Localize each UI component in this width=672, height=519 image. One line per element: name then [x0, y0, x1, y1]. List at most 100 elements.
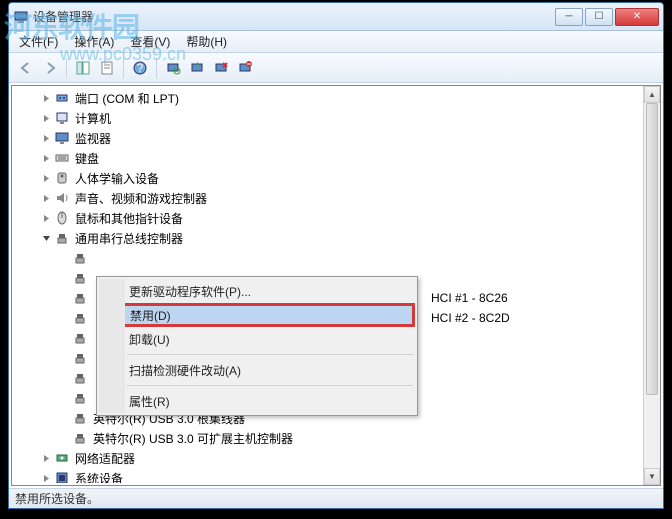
window-title: 设备管理器 [33, 8, 555, 25]
expander-blank [58, 372, 70, 384]
collapse-icon[interactable] [40, 232, 52, 244]
properties-button[interactable] [96, 57, 118, 79]
expander-blank [58, 432, 70, 444]
usb-icon [72, 270, 88, 286]
tree-node[interactable]: 键盘 [14, 148, 642, 168]
system-icon [54, 470, 70, 483]
toolbar-divider [156, 58, 157, 78]
toolbar-divider [66, 58, 67, 78]
app-icon [13, 9, 29, 25]
mouse-icon [54, 210, 70, 226]
tree-node-label [91, 257, 95, 259]
tree-node[interactable]: 计算机 [14, 108, 642, 128]
tree-node-label: 人体学输入设备 [73, 169, 161, 188]
expander-blank [58, 412, 70, 424]
menu-help[interactable]: 帮助(H) [180, 31, 233, 52]
expand-icon[interactable] [40, 92, 52, 104]
expand-icon[interactable] [40, 152, 52, 164]
scroll-thumb[interactable] [646, 103, 658, 395]
device-manager-window: 设备管理器 ─ ☐ ✕ 文件(F) 操作(A) 查看(V) 帮助(H) ? 端口… [8, 2, 664, 509]
expander-blank [58, 392, 70, 404]
expand-icon[interactable] [40, 472, 52, 483]
usb-icon [72, 310, 88, 326]
menu-file[interactable]: 文件(F) [13, 31, 64, 52]
tree-node-label [91, 377, 95, 379]
usb-icon [72, 330, 88, 346]
expand-icon[interactable] [40, 192, 52, 204]
expand-icon[interactable] [40, 112, 52, 124]
usb-icon [54, 230, 70, 246]
status-text: 禁用所选设备。 [15, 490, 99, 507]
tree-node-label: 监视器 [73, 129, 113, 148]
tree-node-label [91, 277, 95, 279]
expander-blank [58, 292, 70, 304]
menubar: 文件(F) 操作(A) 查看(V) 帮助(H) [9, 31, 663, 53]
maximize-button[interactable]: ☐ [585, 8, 613, 26]
tree-node-label: 端口 (COM 和 LPT) [73, 89, 181, 108]
expand-icon[interactable] [40, 132, 52, 144]
tree-node[interactable]: 监视器 [14, 128, 642, 148]
tree-node-label: 计算机 [73, 109, 113, 128]
usb-icon [72, 430, 88, 446]
expander-blank [58, 312, 70, 324]
computer-icon [54, 110, 70, 126]
sound-icon [54, 190, 70, 206]
usb-icon [72, 410, 88, 426]
minimize-button[interactable]: ─ [555, 8, 583, 26]
menu-action[interactable]: 操作(A) [68, 31, 120, 52]
ctx-properties[interactable]: 属性(R) [99, 389, 415, 413]
tree-node[interactable]: 网络适配器 [14, 448, 642, 468]
ctx-uninstall[interactable]: 卸载(U) [99, 327, 415, 351]
disable-button[interactable] [234, 57, 256, 79]
scroll-down-button[interactable]: ▼ [644, 468, 660, 485]
uninstall-button[interactable] [210, 57, 232, 79]
tree-node[interactable] [14, 248, 642, 268]
usb-icon [72, 350, 88, 366]
tree-node[interactable]: 系统设备 [14, 468, 642, 483]
tree-node[interactable]: 人体学输入设备 [14, 168, 642, 188]
hid-icon [54, 170, 70, 186]
update-driver-button[interactable] [186, 57, 208, 79]
tree-node[interactable]: 声音、视频和游戏控制器 [14, 188, 642, 208]
context-icon-column [99, 279, 125, 413]
tree-node[interactable]: 鼠标和其他指针设备 [14, 208, 642, 228]
tree-node-label: 系统设备 [73, 469, 125, 484]
expander-blank [58, 272, 70, 284]
toolbar: ? [9, 53, 663, 83]
usb-icon [72, 250, 88, 266]
titlebar[interactable]: 设备管理器 ─ ☐ ✕ [9, 3, 663, 31]
tree-node-label: 鼠标和其他指针设备 [73, 209, 185, 228]
scroll-track[interactable] [644, 103, 660, 468]
show-hide-tree-button[interactable] [72, 57, 94, 79]
expand-icon[interactable] [40, 172, 52, 184]
usb-icon [72, 370, 88, 386]
forward-button[interactable] [39, 57, 61, 79]
menu-view[interactable]: 查看(V) [124, 31, 176, 52]
tree-node-label: 声音、视频和游戏控制器 [73, 189, 209, 208]
port-icon [54, 90, 70, 106]
expander-blank [58, 332, 70, 344]
tree-node[interactable]: 通用串行总线控制器 [14, 228, 642, 248]
back-button[interactable] [15, 57, 37, 79]
context-menu: 更新驱动程序软件(P)... 禁用(D) 卸载(U) 扫描检测硬件改动(A) 属… [96, 276, 418, 416]
expander-blank [58, 352, 70, 364]
network-icon [54, 450, 70, 466]
ctx-update-driver[interactable]: 更新驱动程序软件(P)... [99, 279, 415, 303]
close-button[interactable]: ✕ [615, 8, 659, 26]
tree-node[interactable]: 英特尔(R) USB 3.0 可扩展主机控制器 [14, 428, 642, 448]
ctx-separator [127, 385, 413, 386]
keyboard-icon [54, 150, 70, 166]
tree-node[interactable]: 端口 (COM 和 LPT) [14, 88, 642, 108]
expander-blank [58, 252, 70, 264]
tree-node-label [91, 337, 95, 339]
statusbar: 禁用所选设备。 [9, 488, 663, 508]
ctx-separator [127, 354, 413, 355]
expand-icon[interactable] [40, 452, 52, 464]
expand-icon[interactable] [40, 212, 52, 224]
ctx-disable[interactable]: 禁用(D) [99, 303, 415, 327]
scroll-up-button[interactable]: ▲ [644, 86, 660, 103]
ctx-scan[interactable]: 扫描检测硬件改动(A) [99, 358, 415, 382]
help-button[interactable]: ? [129, 57, 151, 79]
vertical-scrollbar[interactable]: ▲ ▼ [643, 86, 660, 485]
scan-button[interactable] [162, 57, 184, 79]
